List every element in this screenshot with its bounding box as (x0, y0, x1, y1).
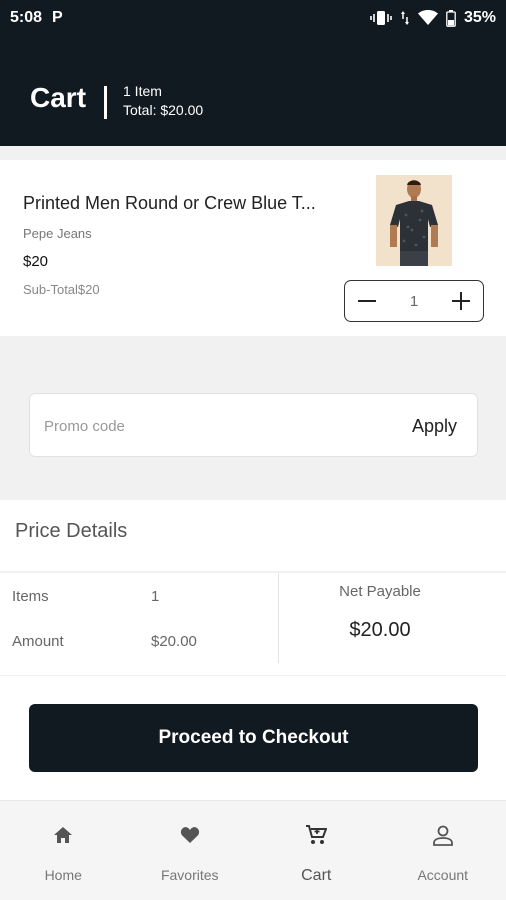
increase-quantity-button[interactable] (449, 289, 473, 313)
price-details-divider (278, 573, 279, 663)
status-app-badge: P (52, 9, 63, 26)
status-time: 5:08 (10, 9, 43, 26)
minus-icon (358, 300, 376, 302)
heart-icon (180, 823, 200, 847)
data-arrows-icon (400, 10, 410, 26)
cart-item-card: Printed Men Round or Crew Blue T... Pepe… (0, 160, 506, 336)
nav-item-home[interactable]: Home (0, 801, 127, 900)
cart-header: Cart 1 Item Total: $20.00 (0, 36, 506, 146)
product-brand: Pepe Jeans (23, 226, 92, 241)
promo-code-input[interactable]: Promo code (44, 418, 125, 435)
decrease-quantity-button[interactable] (355, 289, 379, 313)
status-bar: 5:08 P 35% (0, 0, 506, 36)
wifi-icon (417, 10, 438, 26)
plus-icon (452, 292, 470, 310)
nav-item-label: Account (417, 867, 469, 883)
page-title: Cart (30, 82, 87, 113)
quantity-value: 1 (409, 292, 419, 310)
product-price: $20 (23, 253, 49, 270)
product-thumbnail[interactable] (376, 175, 452, 266)
quantity-stepper: 1 (344, 280, 484, 322)
home-icon (53, 823, 73, 847)
header-divider (104, 86, 107, 119)
proceed-to-checkout-button[interactable]: Proceed to Checkout (29, 704, 478, 772)
account-icon (432, 823, 454, 847)
net-payable-value: $20.00 (349, 619, 411, 641)
nav-item-account[interactable]: Account (380, 801, 506, 900)
nav-item-label: Favorites (160, 867, 219, 883)
nav-item-label: Home (44, 867, 82, 883)
product-name[interactable]: Printed Men Round or Crew Blue T... (23, 193, 316, 214)
cart-summary: 1 Item Total: $20.00 (123, 82, 203, 120)
nav-item-favorites[interactable]: Favorites (127, 801, 254, 900)
nav-item-label: Cart (301, 867, 332, 884)
cart-icon (305, 823, 328, 847)
amount-label: Amount (12, 633, 64, 650)
bottom-navigation: Home Favorites Cart Account (0, 800, 506, 900)
product-subtotal: Sub-Total$20 (23, 282, 100, 297)
nav-item-cart[interactable]: Cart (253, 801, 380, 900)
checkout-area: Proceed to Checkout (0, 676, 506, 800)
cart-item-count: 1 Item (123, 83, 162, 99)
items-label: Items (12, 588, 49, 605)
items-value: 1 (151, 588, 160, 605)
battery-percent: 35% (463, 9, 496, 26)
apply-promo-button[interactable]: Apply (412, 416, 457, 437)
price-details-header: Price Details (0, 500, 506, 571)
price-details-body: Items 1 Amount $20.00 Net Payable $20.00 (0, 573, 506, 675)
battery-icon (446, 9, 456, 27)
vibrate-icon (370, 10, 392, 26)
amount-value: $20.00 (151, 633, 197, 650)
cart-total: Total: $20.00 (123, 102, 204, 118)
tshirt-model-image (376, 175, 452, 266)
price-details-title: Price Details (15, 520, 128, 542)
promo-code-field[interactable]: Promo code Apply (29, 393, 478, 457)
net-payable-label: Net Payable (339, 583, 421, 600)
